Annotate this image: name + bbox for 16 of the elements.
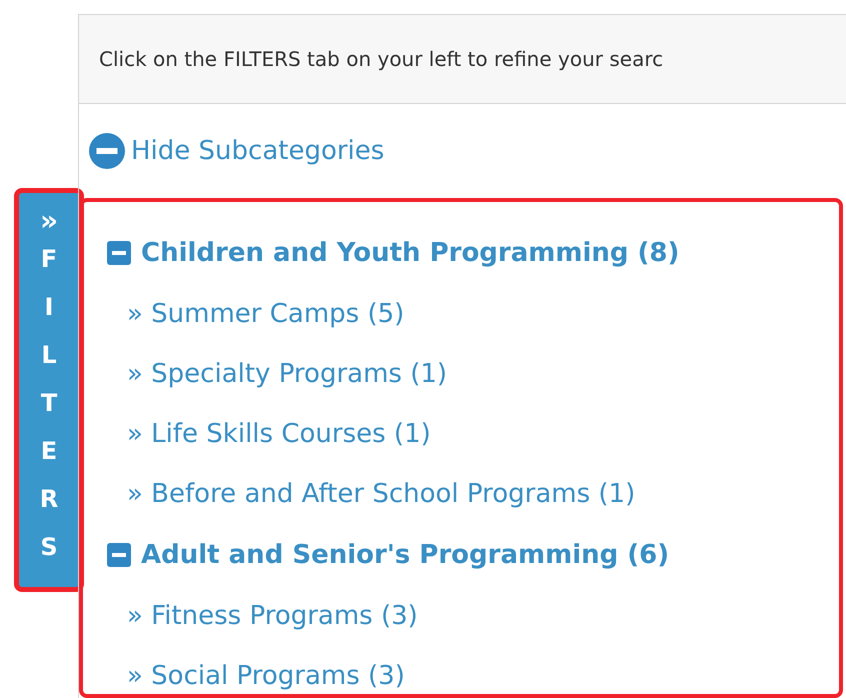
category-link[interactable]: Children and Youth Programming (8) xyxy=(141,234,680,272)
filters-label: FILTERS xyxy=(38,244,60,563)
notice-text: Click on the FILTERS tab on your left to refine your searc xyxy=(99,46,664,73)
subcategory-link[interactable]: » Summer Camps (5) xyxy=(127,294,404,334)
minus-square-icon[interactable] xyxy=(107,241,131,265)
category-link[interactable]: Adult and Senior's Programming (6) xyxy=(141,536,670,574)
filters-tab[interactable]: » FILTERS xyxy=(14,188,84,592)
minus-circle-icon[interactable] xyxy=(89,133,125,169)
subcategory-link[interactable]: » Specialty Programs (1) xyxy=(127,354,448,394)
subcategory-link[interactable]: » Before and After School Programs (1) xyxy=(127,474,636,514)
hide-subcategories-link[interactable]: Hide Subcategories xyxy=(131,132,384,170)
subcategory-link[interactable]: » Social Programs (3) xyxy=(127,656,405,696)
subcategory-link[interactable]: » Fitness Programs (3) xyxy=(127,596,418,636)
chevrons-icon: » xyxy=(40,207,58,235)
subcategory-link[interactable]: » Life Skills Courses (1) xyxy=(127,414,431,454)
minus-square-icon[interactable] xyxy=(107,543,131,567)
